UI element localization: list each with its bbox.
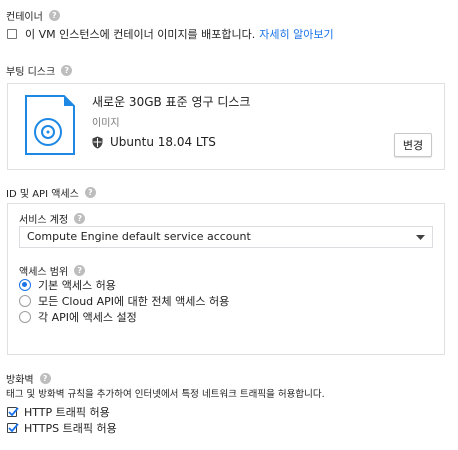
help-icon[interactable]: ?: [74, 265, 86, 276]
check-icon: [8, 407, 19, 417]
check-icon: [8, 423, 19, 433]
boot-disk-card: 새로운 30GB 표준 영구 디스크 이미지 Ubuntu 18.04 LTS …: [7, 83, 445, 170]
boot-disk-section-title: 부팅 디스크 ?: [6, 63, 73, 78]
firewall-title: 방화벽: [6, 375, 34, 386]
scope-option-full[interactable]: 모든 Cloud API에 대한 전체 액세스 허용: [19, 293, 229, 309]
identity-card: 서비스 계정 ? Compute Engine default service …: [7, 203, 445, 355]
image-value: Ubuntu 18.04 LTS: [110, 135, 216, 149]
service-account-heading: 서비스 계정 ?: [19, 211, 86, 226]
scope-label: 각 API에 액세스 설정: [38, 311, 137, 324]
http-checkbox[interactable]: [7, 407, 19, 417]
deploy-container-label: 이 VM 인스턴스에 컨테이너 이미지를 배포합니다.: [25, 28, 256, 41]
https-option[interactable]: HTTPS 트래픽 허용: [7, 420, 117, 436]
scope-radio-full[interactable]: [19, 295, 31, 307]
dropdown-arrow-icon: [416, 235, 425, 240]
firewall-section-title: 방화벽 ?: [6, 371, 51, 386]
shield-icon: [92, 136, 103, 148]
access-scope-heading: 액세스 범위 ?: [19, 263, 86, 278]
help-icon[interactable]: ?: [61, 65, 73, 76]
access-scope-label: 액세스 범위: [19, 267, 69, 278]
boot-disk-title: 부팅 디스크: [6, 67, 56, 78]
http-label: HTTP 트래픽 허용: [24, 406, 110, 419]
container-section-title: 컨테이너 ?: [6, 8, 60, 23]
help-icon[interactable]: ?: [74, 213, 86, 224]
scope-radio-default[interactable]: [19, 279, 31, 291]
scope-label: 기본 액세스 허용: [38, 279, 116, 292]
deploy-container-option[interactable]: 이 VM 인스턴스에 컨테이너 이미지를 배포합니다. 자세히 알아보기: [7, 26, 334, 42]
service-account-value: Compute Engine default service account: [27, 230, 251, 243]
service-account-select[interactable]: Compute Engine default service account: [19, 226, 433, 248]
learn-more-link[interactable]: 자세히 알아보기: [259, 26, 333, 42]
container-title: 컨테이너: [6, 12, 43, 23]
image-value-row: Ubuntu 18.04 LTS: [92, 135, 216, 149]
https-checkbox[interactable]: [7, 423, 19, 433]
help-icon[interactable]: ?: [84, 187, 96, 198]
scope-option-each[interactable]: 각 API에 액세스 설정: [19, 309, 137, 325]
scope-option-default[interactable]: 기본 액세스 허용: [19, 277, 116, 293]
help-icon[interactable]: ?: [48, 10, 60, 21]
scope-label: 모든 Cloud API에 대한 전체 액세스 허용: [38, 295, 230, 308]
help-icon[interactable]: ?: [39, 373, 51, 384]
disk-file-icon: [25, 95, 75, 155]
service-account-label: 서비스 계정: [19, 215, 69, 226]
identity-title: ID 및 API 액세스: [6, 189, 79, 200]
scope-radio-each[interactable]: [19, 311, 31, 323]
identity-section-title: ID 및 API 액세스 ?: [6, 185, 96, 200]
http-option[interactable]: HTTP 트래픽 허용: [7, 404, 110, 420]
image-label: 이미지: [92, 118, 120, 129]
firewall-description: 태그 및 방화벽 규칙을 추가하여 인터넷에서 특정 네트워크 트래픽을 허용합…: [6, 389, 325, 400]
https-label: HTTPS 트래픽 허용: [24, 422, 117, 435]
disk-name: 새로운 30GB 표준 영구 디스크: [92, 95, 251, 109]
deploy-container-checkbox[interactable]: [7, 29, 17, 39]
change-button[interactable]: 변경: [394, 133, 432, 157]
